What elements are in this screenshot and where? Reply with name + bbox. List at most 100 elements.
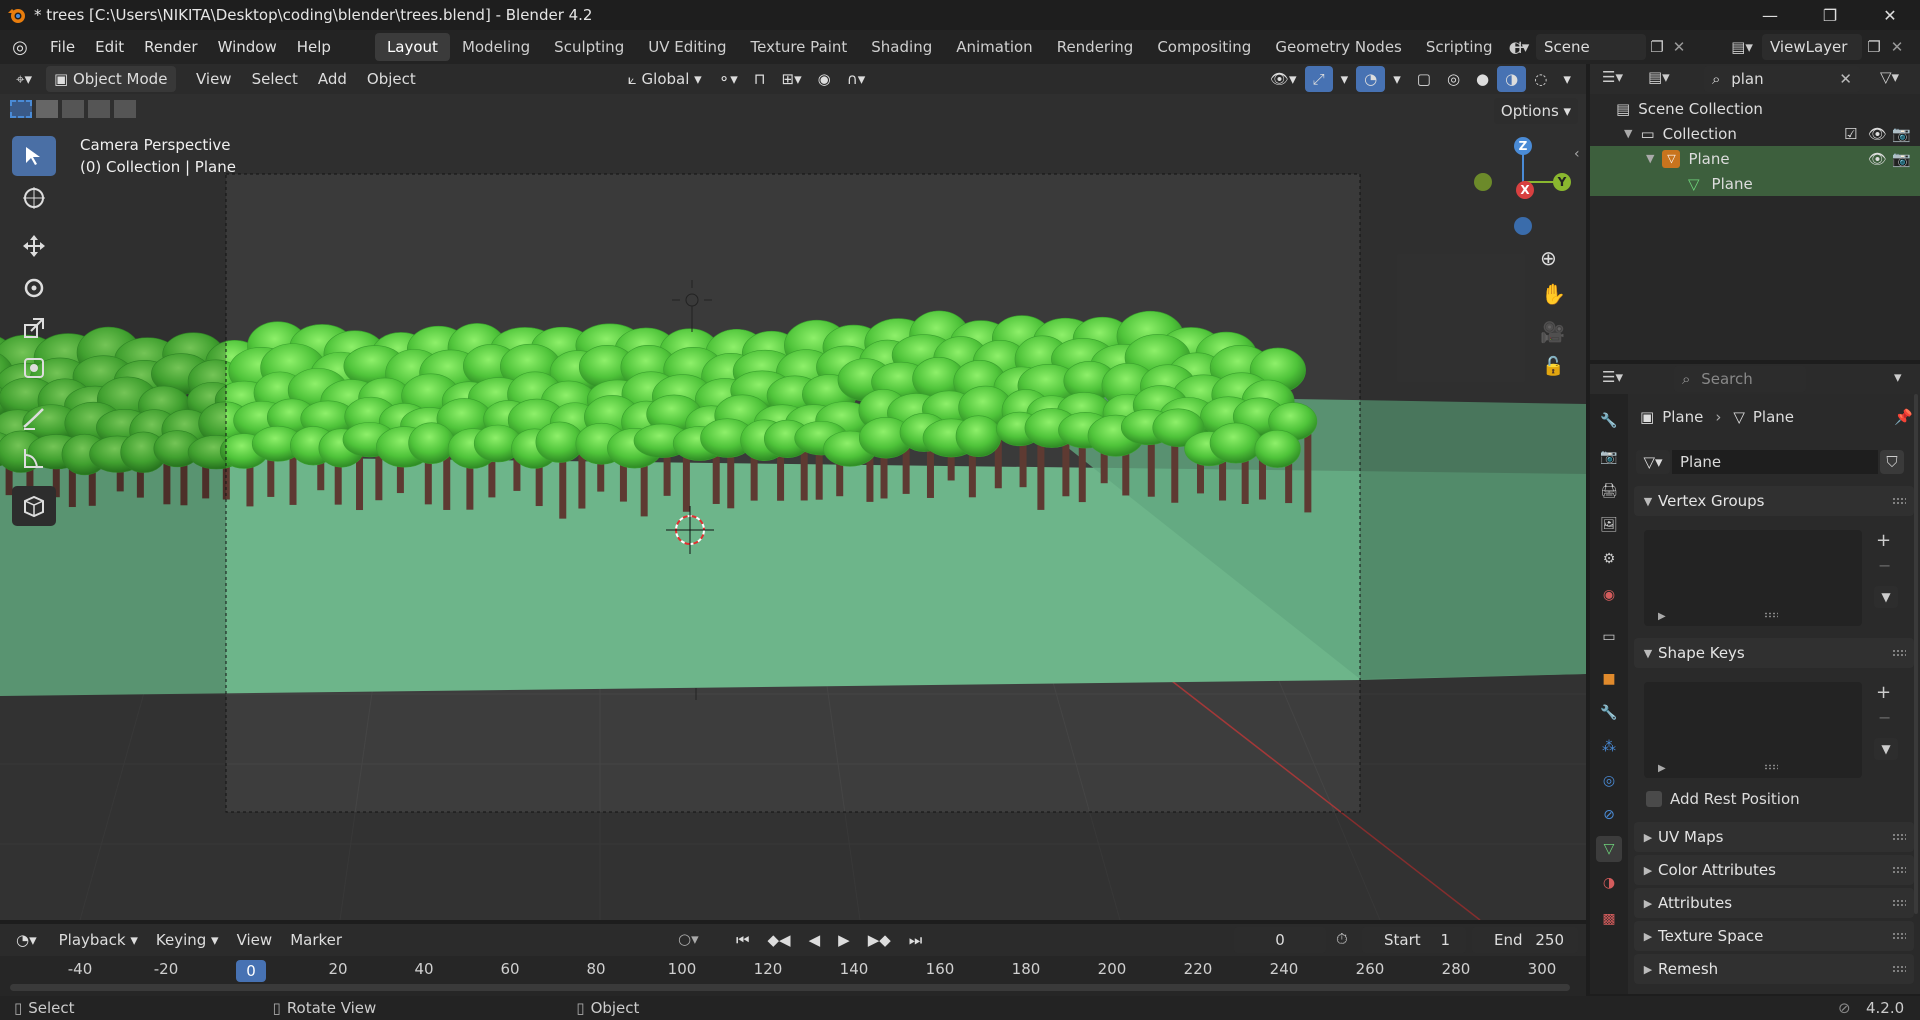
measure-tool-icon[interactable] (12, 438, 56, 478)
tab-geometry-nodes[interactable]: Geometry Nodes (1263, 33, 1414, 61)
keying-menu[interactable]: Keying ▾ (148, 927, 227, 953)
xray-icon[interactable]: ▢ (1409, 66, 1439, 92)
tab-uv-editing[interactable]: UV Editing (636, 33, 738, 61)
tool-tab-icon[interactable]: 🔧 (1596, 408, 1622, 434)
tab-shading[interactable]: Shading (859, 33, 944, 61)
vertex-group-specials-icon[interactable]: ▼ (1874, 586, 1898, 608)
preview-range-icon[interactable]: ⏱ (1336, 930, 1348, 948)
select-intersect-icon[interactable] (114, 100, 136, 118)
attributes-panel-header[interactable]: ▶ Attributes (1634, 888, 1914, 918)
shape-keys-expand-icon[interactable]: ▶ (1658, 763, 1666, 774)
navigation-gizmo[interactable]: Z X Y (1470, 134, 1578, 254)
close-icon[interactable]: ✕ (1860, 0, 1920, 30)
tab-texture-paint[interactable]: Texture Paint (738, 33, 859, 61)
tab-modeling[interactable]: Modeling (450, 33, 542, 61)
mesh-name-field[interactable]: Plane (1672, 450, 1878, 474)
color-attributes-panel-header[interactable]: ▶ Color Attributes (1634, 855, 1914, 885)
tab-compositing[interactable]: Compositing (1145, 33, 1263, 61)
menu-edit[interactable]: Edit (85, 30, 134, 64)
gizmo-dropdown-icon[interactable]: ▾ (1333, 66, 1357, 92)
outliner-editor-type-icon[interactable]: ☰▾ (1602, 68, 1623, 86)
properties-search-field[interactable]: ⌕ Search (1674, 366, 1806, 392)
jump-end-icon[interactable]: ⏭ (901, 927, 931, 953)
shape-keys-list[interactable]: ▶ (1644, 682, 1862, 778)
orientation-selector[interactable]: ⟀ Global ▾ (620, 66, 710, 92)
solid-shading-icon[interactable]: ● (1468, 66, 1497, 92)
outliner-collection[interactable]: ▼ ▭ Collection ☑ 👁 📷 (1590, 121, 1920, 146)
minimize-icon[interactable]: — (1740, 0, 1800, 30)
collection-tab-icon[interactable]: ▭ (1596, 624, 1622, 650)
snap-icon[interactable]: ⊓ (746, 66, 774, 92)
vertex-group-add-icon[interactable]: + (1876, 530, 1891, 551)
vertex-groups-grip-icon[interactable] (1892, 497, 1906, 505)
visibility-icon[interactable]: 👁▾ (1262, 66, 1305, 92)
gizmo-toggle-icon[interactable]: ⤢ (1304, 66, 1333, 92)
tab-rendering[interactable]: Rendering (1045, 33, 1146, 61)
menu-add[interactable]: Add (310, 66, 355, 92)
vertex-groups-expand-icon[interactable]: ▶ (1658, 611, 1666, 622)
outliner-search-field[interactable]: ⌕ plan ✕ (1704, 66, 1860, 92)
select-box-tool-icon[interactable] (12, 136, 56, 176)
menu-select[interactable]: Select (244, 66, 306, 92)
mesh-data-tab-icon[interactable]: ▽ (1596, 836, 1622, 862)
pivot-point-icon[interactable]: ⚬▾ (710, 66, 746, 92)
timeline-ruler[interactable]: -40 -20 20 40 60 80 100 120 140 160 180 200 220 240 26… (0, 956, 1586, 996)
collection-expand-icon[interactable]: ▼ (1624, 127, 1632, 140)
play-icon[interactable]: ▶ (830, 927, 858, 953)
proportional-editing-icon[interactable]: ◉ (810, 66, 839, 92)
physics-tab-icon[interactable]: ◎ (1596, 768, 1622, 794)
pan-hand-icon[interactable]: ✋ (1541, 282, 1566, 306)
outliner-scene-collection[interactable]: ▤ Scene Collection (1590, 96, 1920, 121)
current-frame-field[interactable]: 0 (1234, 927, 1326, 953)
shape-keys-resize-icon[interactable] (1764, 764, 1778, 770)
shading-dropdown-icon[interactable]: ▾ (1555, 66, 1579, 92)
snap-target-icon[interactable]: ⊞▾ (774, 66, 810, 92)
playhead-marker[interactable]: 0 (236, 960, 266, 982)
blender-menu-icon[interactable]: ◎ (0, 37, 40, 58)
scene-tab-icon[interactable]: ⚙ (1596, 546, 1622, 572)
plane-render-icon[interactable]: 📷 (1892, 150, 1911, 168)
material-tab-icon[interactable]: ◑ (1596, 870, 1622, 896)
select-extend-icon[interactable] (36, 100, 58, 118)
delete-scene-icon[interactable]: ✕ (1668, 38, 1690, 56)
collection-render-icon[interactable]: 📷 (1892, 125, 1911, 143)
shape-keys-panel-header[interactable]: ▼ Shape Keys (1634, 638, 1914, 668)
select-new-icon[interactable] (10, 100, 32, 118)
play-reverse-icon[interactable]: ◀ (801, 927, 829, 953)
menu-file[interactable]: File (40, 30, 85, 64)
scene-selector[interactable]: Scene (1536, 34, 1646, 60)
vertex-groups-list[interactable]: ▶ (1644, 530, 1862, 626)
view-layer-icon[interactable]: ▤▾ (1722, 38, 1762, 56)
options-dropdown[interactable]: Options ▾ (1494, 98, 1578, 124)
material-shading-icon[interactable]: ◑ (1497, 66, 1527, 92)
prev-keyframe-icon[interactable]: ◆◀ (760, 927, 799, 953)
tab-scripting[interactable]: Scripting (1414, 33, 1505, 61)
new-scene-icon[interactable]: ❐ (1646, 38, 1668, 56)
select-invert-icon[interactable] (88, 100, 110, 118)
add-cube-tool-icon[interactable] (12, 486, 56, 526)
scale-tool-icon[interactable] (12, 308, 56, 348)
display-mode-icon[interactable]: ▤▾ (1648, 68, 1670, 86)
next-keyframe-icon[interactable]: ▶◆ (860, 927, 899, 953)
rotate-tool-icon[interactable] (12, 268, 56, 308)
properties-editor-type-icon[interactable]: ☰▾ (1602, 368, 1623, 386)
camera-view-icon[interactable]: 🎥 (1540, 320, 1565, 344)
tab-layout[interactable]: Layout (374, 33, 450, 61)
rendered-shading-icon[interactable]: ◌ (1526, 66, 1555, 92)
select-subtract-icon[interactable] (62, 100, 84, 118)
output-tab-icon[interactable]: 🖨 (1596, 478, 1622, 504)
menu-help[interactable]: Help (287, 30, 341, 64)
start-frame-field[interactable]: Start 1 (1362, 927, 1466, 953)
render-tab-icon[interactable]: 📷 (1596, 444, 1622, 470)
tab-sculpting[interactable]: Sculpting (542, 33, 636, 61)
texture-space-grip-icon[interactable] (1892, 932, 1906, 940)
scene-icon[interactable]: ◐▾ (1502, 38, 1536, 56)
uv-maps-panel-header[interactable]: ▶ UV Maps (1634, 822, 1914, 852)
properties-scrollbar[interactable] (1914, 394, 1918, 914)
outliner-plane-object[interactable]: ▼ ▽ Plane 👁 📷 (1590, 146, 1920, 171)
overlays-dropdown-icon[interactable]: ▾ (1385, 66, 1409, 92)
remesh-panel-header[interactable]: ▶ Remesh (1634, 954, 1914, 984)
shape-key-specials-icon[interactable]: ▼ (1874, 738, 1898, 760)
texture-space-panel-header[interactable]: ▶ Texture Space (1634, 921, 1914, 951)
overlays-toggle-icon[interactable]: ◔ (1356, 66, 1386, 92)
